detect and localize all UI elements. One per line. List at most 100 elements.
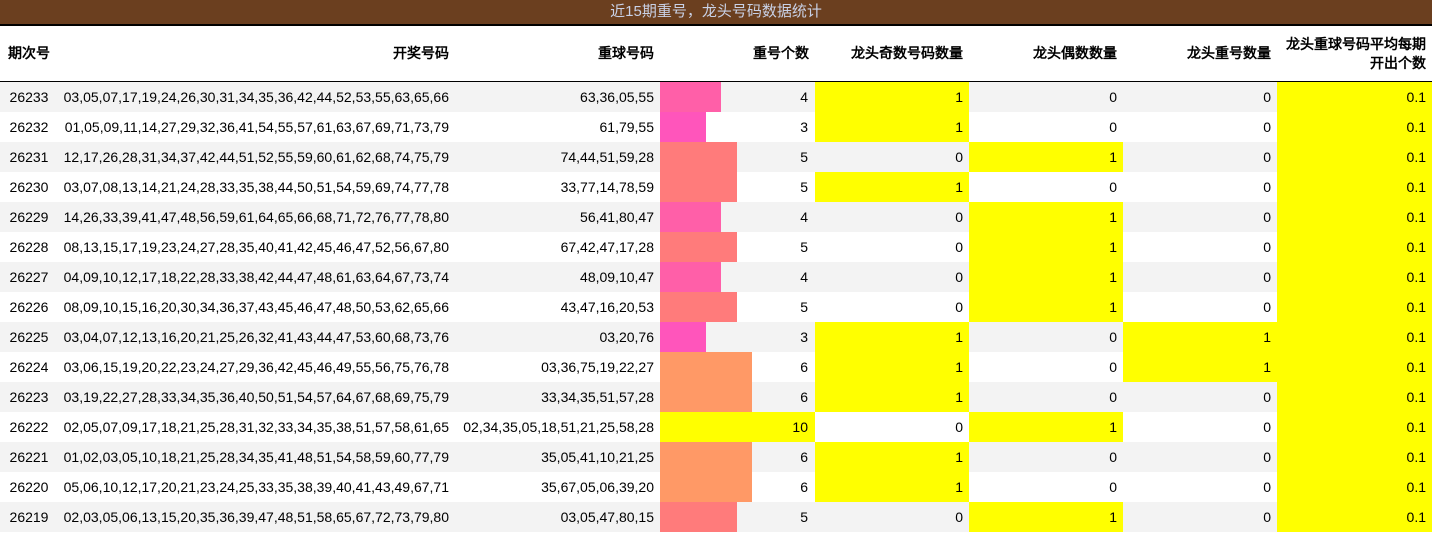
cell-head-repeat: 0	[1123, 232, 1277, 262]
repeat-count-value: 6	[800, 449, 808, 465]
table-row: 26224 03,06,15,19,20,22,23,24,27,29,36,42…	[0, 352, 1432, 382]
table-row: 26231 12,17,26,28,31,34,37,42,44,51,52,55…	[0, 142, 1432, 172]
col-header-period: 期次号	[0, 26, 58, 82]
report-page: 近15期重号，龙头号码数据统计 期次号 开奖号码 重球号码 重号个数 龙头奇数号…	[0, 0, 1432, 533]
cell-head-even: 1	[969, 412, 1123, 442]
cell-head-odd: 0	[815, 502, 969, 532]
cell-repeat-numbers: 03,36,75,19,22,27	[455, 352, 660, 382]
cell-draw-numbers: 02,05,07,09,17,18,21,25,28,31,32,33,34,3…	[58, 412, 455, 442]
cell-repeat-numbers: 74,44,51,59,28	[455, 142, 660, 172]
cell-repeat-count: 6	[660, 382, 815, 412]
cell-head-even: 0	[969, 442, 1123, 472]
table-row: 26229 14,26,33,39,41,47,48,56,59,61,64,65…	[0, 202, 1432, 232]
col-header-repeat: 重球号码	[455, 26, 660, 82]
cell-head-odd: 0	[815, 142, 969, 172]
cell-period: 26219	[0, 502, 58, 532]
cell-head-repeat: 0	[1123, 502, 1277, 532]
cell-repeat-count: 5	[660, 142, 815, 172]
col-header-head-even: 龙头偶数数量	[969, 26, 1123, 82]
repeat-count-value: 6	[800, 389, 808, 405]
cell-avg: 0.1	[1277, 172, 1432, 202]
cell-head-odd: 0	[815, 262, 969, 292]
cell-repeat-count: 4	[660, 81, 815, 112]
cell-avg: 0.1	[1277, 472, 1432, 502]
cell-repeat-count: 3	[660, 322, 815, 352]
cell-period: 26220	[0, 472, 58, 502]
repeat-count-value: 5	[800, 149, 808, 165]
cell-avg: 0.1	[1277, 232, 1432, 262]
cell-avg: 0.1	[1277, 202, 1432, 232]
table-row: 26226 08,09,10,15,16,20,30,34,36,37,43,45…	[0, 292, 1432, 322]
col-header-avg-line1: 龙头重球号码平均每期	[1286, 35, 1426, 52]
col-header-head-repeat: 龙头重号数量	[1123, 26, 1277, 82]
cell-period: 26228	[0, 232, 58, 262]
cell-draw-numbers: 08,09,10,15,16,20,30,34,36,37,43,45,46,4…	[58, 292, 455, 322]
cell-repeat-numbers: 33,34,35,51,57,28	[455, 382, 660, 412]
cell-period: 26223	[0, 382, 58, 412]
cell-repeat-count: 4	[660, 202, 815, 232]
repeat-count-value: 6	[800, 479, 808, 495]
cell-head-even: 1	[969, 202, 1123, 232]
col-header-count: 重号个数	[660, 26, 815, 82]
cell-repeat-count: 5	[660, 292, 815, 322]
cell-head-repeat: 0	[1123, 172, 1277, 202]
cell-head-repeat: 0	[1123, 202, 1277, 232]
repeat-count-value: 5	[800, 509, 808, 525]
cell-draw-numbers: 12,17,26,28,31,34,37,42,44,51,52,55,59,6…	[58, 142, 455, 172]
cell-period: 26224	[0, 352, 58, 382]
cell-repeat-count: 6	[660, 442, 815, 472]
cell-repeat-numbers: 67,42,47,17,28	[455, 232, 660, 262]
cell-draw-numbers: 03,07,08,13,14,21,24,28,33,35,38,44,50,5…	[58, 172, 455, 202]
cell-repeat-numbers: 61,79,55	[455, 112, 660, 142]
cell-head-odd: 1	[815, 172, 969, 202]
repeat-count-value: 6	[800, 359, 808, 375]
cell-avg: 0.1	[1277, 382, 1432, 412]
table-body: 26233 03,05,07,17,19,24,26,30,31,34,35,36…	[0, 81, 1432, 532]
repeat-count-value: 3	[800, 329, 808, 345]
cell-draw-numbers: 01,05,09,11,14,27,29,32,36,41,54,55,57,6…	[58, 112, 455, 142]
cell-repeat-numbers: 35,05,41,10,21,25	[455, 442, 660, 472]
cell-head-repeat: 1	[1123, 352, 1277, 382]
cell-period: 26221	[0, 442, 58, 472]
cell-avg: 0.1	[1277, 262, 1432, 292]
cell-repeat-numbers: 63,36,05,55	[455, 81, 660, 112]
cell-head-even: 0	[969, 472, 1123, 502]
cell-draw-numbers: 03,05,07,17,19,24,26,30,31,34,35,36,42,4…	[58, 81, 455, 112]
cell-repeat-count: 6	[660, 472, 815, 502]
cell-repeat-count: 5	[660, 172, 815, 202]
col-header-head-odd: 龙头奇数号码数量	[815, 26, 969, 82]
cell-head-even: 0	[969, 172, 1123, 202]
cell-head-even: 0	[969, 322, 1123, 352]
cell-head-even: 1	[969, 292, 1123, 322]
cell-head-even: 0	[969, 382, 1123, 412]
cell-repeat-count: 5	[660, 502, 815, 532]
cell-repeat-numbers: 35,67,05,06,39,20	[455, 472, 660, 502]
cell-draw-numbers: 14,26,33,39,41,47,48,56,59,61,64,65,66,6…	[58, 202, 455, 232]
cell-repeat-numbers: 03,05,47,80,15	[455, 502, 660, 532]
cell-repeat-count: 4	[660, 262, 815, 292]
cell-head-repeat: 0	[1123, 472, 1277, 502]
stats-table: 期次号 开奖号码 重球号码 重号个数 龙头奇数号码数量 龙头偶数数量 龙头重号数…	[0, 26, 1432, 532]
table-row: 26233 03,05,07,17,19,24,26,30,31,34,35,36…	[0, 81, 1432, 112]
cell-avg: 0.1	[1277, 81, 1432, 112]
cell-period: 26225	[0, 322, 58, 352]
cell-avg: 0.1	[1277, 292, 1432, 322]
cell-repeat-numbers: 33,77,14,78,59	[455, 172, 660, 202]
cell-repeat-count: 3	[660, 112, 815, 142]
cell-avg: 0.1	[1277, 322, 1432, 352]
cell-draw-numbers: 01,02,03,05,10,18,21,25,28,34,35,41,48,5…	[58, 442, 455, 472]
table-row: 26220 05,06,10,12,17,20,21,23,24,25,33,35…	[0, 472, 1432, 502]
cell-head-even: 0	[969, 81, 1123, 112]
cell-head-odd: 1	[815, 382, 969, 412]
repeat-count-value: 5	[800, 239, 808, 255]
table-row: 26223 03,19,22,27,28,33,34,35,36,40,50,51…	[0, 382, 1432, 412]
cell-head-odd: 1	[815, 112, 969, 142]
repeat-count-value: 5	[800, 179, 808, 195]
cell-head-even: 1	[969, 142, 1123, 172]
cell-head-odd: 0	[815, 412, 969, 442]
cell-head-odd: 1	[815, 352, 969, 382]
cell-draw-numbers: 05,06,10,12,17,20,21,23,24,25,33,35,38,3…	[58, 472, 455, 502]
repeat-count-value: 10	[792, 419, 808, 435]
cell-head-even: 1	[969, 232, 1123, 262]
cell-avg: 0.1	[1277, 142, 1432, 172]
